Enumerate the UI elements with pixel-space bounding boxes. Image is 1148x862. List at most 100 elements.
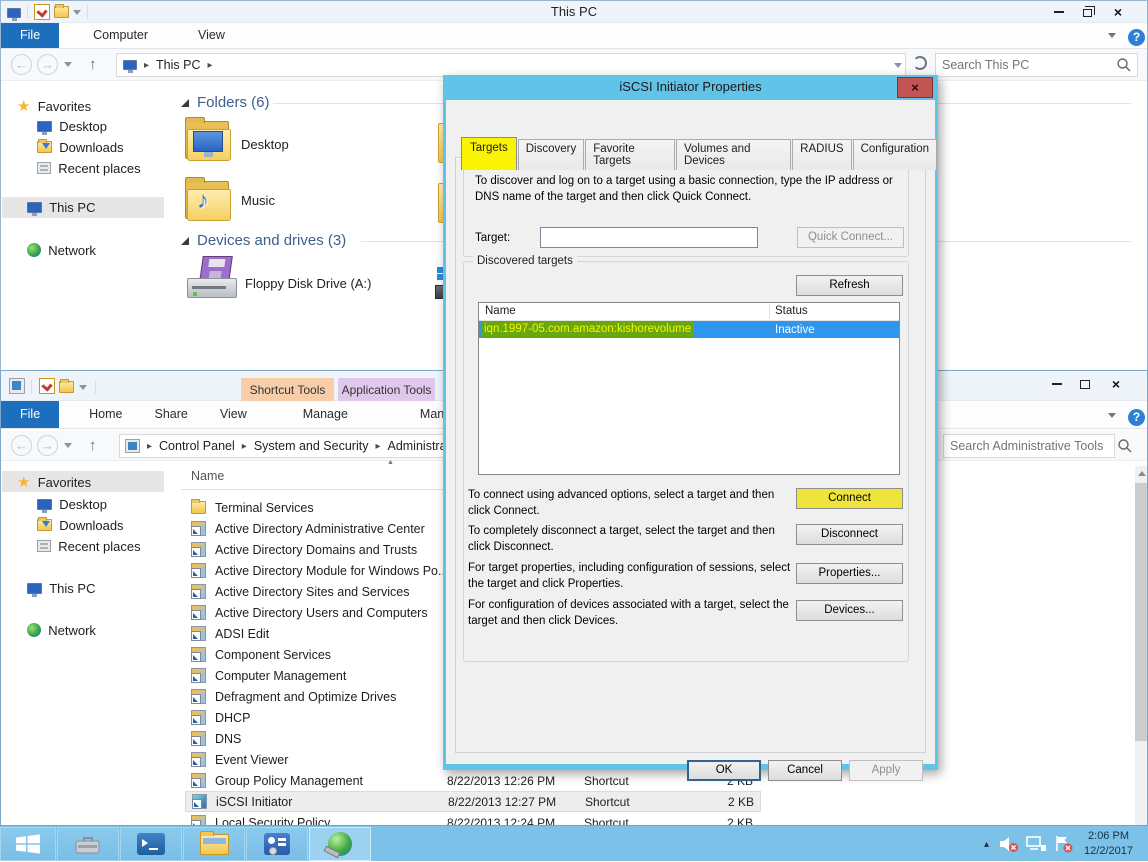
help-icon[interactable]: ? — [1128, 29, 1145, 46]
ribbon-expand-chevron-icon[interactable] — [1108, 413, 1116, 418]
up-button[interactable]: ↑ — [89, 56, 97, 73]
dialog-titlebar[interactable]: iSCSI Initiator Properties — [443, 75, 938, 100]
powershell-taskbar-button[interactable] — [120, 827, 182, 861]
sidebar-item-recent-places[interactable]: Recent places — [37, 539, 141, 554]
qat-customize-chevron-icon[interactable] — [79, 385, 87, 390]
breadcrumb-control-panel[interactable]: Control Panel — [159, 439, 235, 453]
breadcrumb-separator-icon[interactable]: ▸ — [235, 441, 254, 452]
sidebar-item-this-pc[interactable]: This PC — [27, 200, 95, 215]
close-button[interactable]: × — [1101, 2, 1135, 22]
tab-computer[interactable]: Computer — [77, 23, 164, 48]
list-item[interactable]: Local Security Policy 8/22/2013 12:24 PM… — [185, 812, 761, 826]
sidebar-item-network[interactable]: Network — [27, 623, 96, 638]
iscsi-network-taskbar-button[interactable] — [309, 827, 371, 861]
ok-button[interactable]: OK — [687, 760, 761, 781]
music-folder-icon[interactable]: ♪ — [185, 177, 233, 225]
column-header-name[interactable]: Name — [485, 303, 516, 320]
address-dropdown-chevron-icon[interactable] — [894, 63, 902, 68]
devices-button[interactable]: Devices... — [796, 600, 903, 621]
breadcrumb-system-and-security[interactable]: System and Security — [254, 439, 369, 453]
sidebar-item-recent-places[interactable]: Recent places — [37, 161, 141, 176]
dialog-tab-discovery[interactable]: Discovery — [518, 139, 584, 170]
ribbon-expand-chevron-icon[interactable] — [1108, 33, 1116, 38]
tab-file[interactable]: File — [1, 23, 59, 48]
search-box[interactable] — [935, 53, 1138, 77]
new-folder-qat-icon[interactable] — [59, 379, 75, 395]
dialog-tab-targets[interactable]: Targets — [461, 137, 517, 170]
show-hidden-icons-button[interactable]: ▴ — [978, 839, 995, 850]
search-box[interactable] — [943, 434, 1115, 458]
close-button[interactable]: × — [1099, 374, 1133, 394]
tab-file[interactable]: File — [1, 401, 59, 428]
address-bar[interactable]: ▸ This PC ▸ — [116, 53, 906, 77]
server-manager-taskbar-button[interactable] — [57, 827, 119, 861]
restore-button[interactable] — [1073, 2, 1101, 22]
group-header-folders[interactable]: Folders (6) — [181, 94, 270, 111]
drive-item-floppy[interactable]: Floppy Disk Drive (A:) — [245, 276, 371, 291]
network-tray-icon[interactable] — [1026, 836, 1048, 852]
clock[interactable]: 2:06 PM 12/2/2017 — [1084, 829, 1133, 859]
maximize-button[interactable] — [1071, 374, 1099, 394]
dialog-tab-radius[interactable]: RADIUS — [792, 139, 851, 170]
breadcrumb-separator-icon[interactable]: ▸ — [368, 441, 387, 452]
recent-locations-chevron-icon[interactable] — [64, 443, 72, 448]
sidebar-item-favorites[interactable]: ★ Favorites — [17, 473, 91, 491]
disconnect-button[interactable]: Disconnect — [796, 524, 903, 545]
this-pc-titlebar[interactable]: This PC × — [1, 1, 1147, 23]
help-icon[interactable]: ? — [1128, 409, 1145, 426]
minimize-button[interactable] — [1043, 374, 1071, 394]
start-button[interactable] — [0, 827, 56, 861]
column-header-name[interactable]: Name — [191, 469, 224, 483]
sidebar-item-desktop[interactable]: Desktop — [37, 497, 107, 512]
contextual-tab-application-tools[interactable]: Application Tools — [338, 378, 435, 401]
folder-item-desktop[interactable]: Desktop — [241, 137, 289, 152]
sidebar-item-network[interactable]: Network — [27, 243, 96, 258]
tab-view[interactable]: View — [182, 23, 241, 48]
floppy-drive-icon[interactable] — [187, 256, 239, 304]
target-input[interactable] — [540, 227, 758, 248]
sidebar-item-downloads[interactable]: Downloads — [37, 518, 124, 533]
search-icon[interactable] — [1117, 438, 1133, 454]
properties-button[interactable]: Properties... — [796, 563, 903, 584]
apply-button[interactable]: Apply — [849, 760, 923, 781]
sidebar-item-favorites[interactable]: ★ Favorites — [17, 97, 91, 115]
action-center-flag-icon[interactable] — [1054, 835, 1073, 853]
refresh-button[interactable]: Refresh — [796, 275, 903, 296]
quick-connect-button[interactable]: Quick Connect... — [797, 227, 904, 248]
back-button[interactable]: ← — [11, 54, 32, 75]
forward-button[interactable]: → — [37, 54, 58, 75]
search-input[interactable] — [944, 439, 1117, 453]
tab-manage-shortcut[interactable]: Manage — [287, 401, 364, 428]
properties-qat-icon[interactable] — [39, 378, 55, 394]
back-button[interactable]: ← — [11, 435, 32, 456]
control-panel-taskbar-button[interactable] — [246, 827, 308, 861]
cancel-button[interactable]: Cancel — [768, 760, 842, 781]
connect-button[interactable]: Connect — [796, 488, 903, 509]
forward-button[interactable]: → — [37, 435, 58, 456]
dialog-close-button[interactable]: × — [897, 77, 933, 98]
dialog-tab-volumes-and-devices[interactable]: Volumes and Devices — [676, 139, 791, 170]
search-icon[interactable] — [1116, 57, 1132, 73]
minimize-button[interactable] — [1045, 2, 1073, 22]
breadcrumb-separator-icon[interactable]: ▸ — [200, 60, 219, 71]
sidebar-item-downloads[interactable]: Downloads — [37, 140, 124, 155]
group-header-devices[interactable]: Devices and drives (3) — [181, 232, 346, 249]
volume-muted-icon[interactable] — [998, 835, 1020, 853]
up-button[interactable]: ↑ — [89, 437, 97, 454]
refresh-icon[interactable] — [913, 56, 927, 70]
scrollbar-thumb[interactable] — [1135, 483, 1148, 741]
target-row[interactable]: iqn.1997-05.com.amazon:kishorevolume Ina… — [479, 321, 899, 338]
column-header-status[interactable]: Status — [775, 303, 808, 320]
sidebar-item-desktop[interactable]: Desktop — [37, 119, 107, 134]
list-item[interactable]: Group Policy Management 8/22/2013 12:26 … — [185, 770, 761, 791]
contextual-tab-shortcut-tools[interactable]: Shortcut Tools — [241, 378, 334, 401]
tab-view[interactable]: View — [204, 401, 263, 428]
file-explorer-taskbar-button[interactable] — [183, 827, 245, 861]
dialog-tab-favorite-targets[interactable]: Favorite Targets — [585, 139, 675, 170]
desktop-folder-icon[interactable] — [185, 117, 233, 165]
tab-home[interactable]: Home — [73, 401, 138, 428]
scrollbar-up-icon[interactable] — [1135, 466, 1148, 481]
recent-locations-chevron-icon[interactable] — [64, 62, 72, 67]
breadcrumb-this-pc[interactable]: This PC — [156, 58, 200, 72]
tab-share[interactable]: Share — [139, 401, 204, 428]
